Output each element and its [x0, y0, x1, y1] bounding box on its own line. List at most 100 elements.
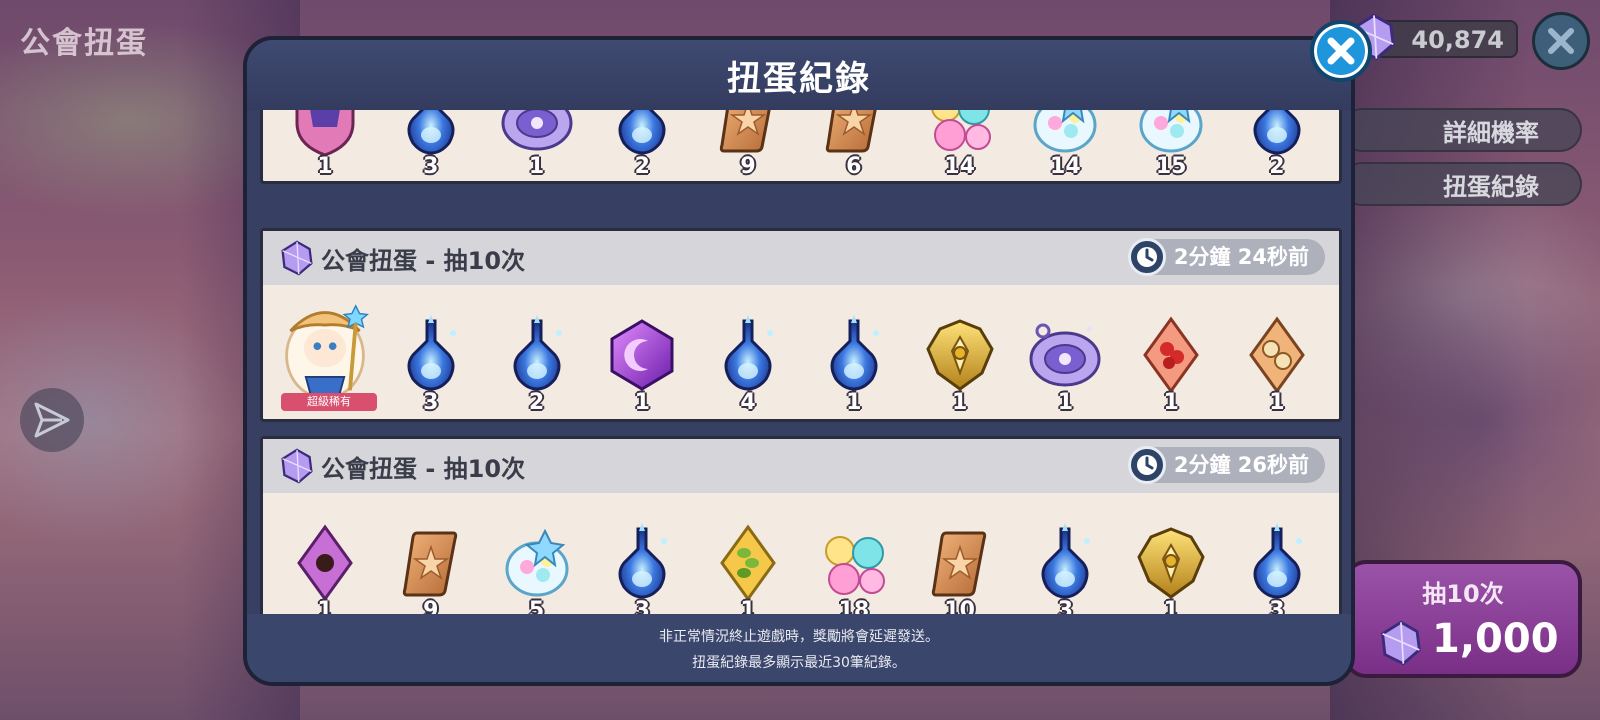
purple-ring-icon: [497, 110, 577, 159]
blue-potion-icon: [1025, 523, 1105, 603]
footer-note-delay: 非正常情況終止遊戲時，獎勵將會延遲發送。: [659, 629, 939, 645]
reward-item[interactable]: 4: [700, 295, 796, 415]
record-time-text: 2分鐘 24秒前: [1173, 245, 1309, 269]
modal-title: 扭蛋紀錄: [727, 58, 871, 99]
screen-title: 公會扭蛋: [20, 26, 148, 61]
reward-item[interactable]: 1: [594, 295, 690, 415]
record-title: 公會扭蛋 - 抽10次: [321, 247, 526, 275]
item-count: 1: [528, 154, 545, 179]
crystal-bag-icon: [1131, 110, 1211, 159]
reward-item[interactable]: 1: [806, 295, 902, 415]
crystal-gem-icon: [279, 447, 315, 485]
reward-item[interactable]: 3: [1229, 503, 1325, 623]
reward-item[interactable]: 6: [806, 110, 902, 179]
item-count: 14: [1050, 154, 1081, 179]
reward-item[interactable]: 2: [1229, 110, 1325, 179]
clock-icon: [1127, 446, 1166, 484]
reward-item[interactable]: 2: [594, 110, 690, 179]
modal-header: 扭蛋紀錄: [247, 40, 1351, 110]
item-count: 1: [1163, 390, 1179, 415]
reward-item[interactable]: 5: [489, 503, 585, 623]
footer-note-limit: 扭蛋紀錄最多顯示最近30筆紀錄。: [692, 655, 906, 671]
record-items: 1 9 5 3 1 18 10 3 1 3: [277, 503, 1325, 623]
reward-item[interactable]: 1: [277, 110, 373, 179]
reward-item[interactable]: 9: [383, 503, 479, 623]
close-icon: [1327, 37, 1355, 65]
item-count: 1: [951, 390, 968, 415]
share-arrow-icon: [34, 402, 70, 438]
item-count: 4: [740, 390, 756, 415]
item-count: 15: [1155, 154, 1187, 179]
history-record: 公會扭蛋 - 抽10次 2分鐘 24秒前 超級稀有 3 2 1 4 1 1 1 …: [260, 228, 1342, 422]
blue-potion-large-icon: [814, 315, 894, 395]
blue-potion-icon: [391, 315, 471, 395]
reward-item[interactable]: 9: [700, 110, 796, 179]
modal-close-button[interactable]: [1310, 20, 1372, 82]
share-button[interactable]: [20, 388, 84, 452]
purple-moon-gem-icon: [602, 315, 682, 395]
detail-rates-button[interactable]: 詳細機率: [1340, 108, 1582, 152]
blue-potion-icon: [391, 110, 471, 159]
gold-emblem-icon: [1131, 523, 1211, 603]
purple-ring-icon: [1025, 315, 1105, 395]
pink-shield-icon: [285, 110, 365, 159]
item-count: 1: [846, 390, 862, 415]
gacha-history-button[interactable]: 扭蛋紀錄: [1340, 162, 1582, 206]
flower-cluster-icon: [920, 110, 1000, 159]
item-count: 2: [634, 154, 650, 179]
close-icon: [1548, 28, 1574, 54]
gacha-history-modal: 扭蛋紀錄 1 3 1 2 9 6 14 14 15 2 公會扭蛋 - 抽10次: [243, 36, 1355, 686]
reward-item[interactable]: 1: [277, 503, 373, 623]
crystal-bag-icon: [1025, 110, 1105, 159]
blue-potion-icon: [497, 315, 577, 395]
reward-item[interactable]: 2: [489, 295, 585, 415]
reward-item[interactable]: 1: [489, 110, 585, 179]
record-time-text: 2分鐘 26秒前: [1173, 453, 1309, 477]
record-header: 公會扭蛋 - 抽10次 2分鐘 26秒前: [263, 439, 1339, 493]
reward-item[interactable]: 3: [594, 503, 690, 623]
pull-10-button[interactable]: 抽10次 1,000: [1344, 560, 1582, 678]
reward-item[interactable]: 3: [383, 110, 479, 179]
item-count: 1: [1057, 390, 1074, 415]
item-count: 14: [944, 154, 975, 179]
reward-item[interactable]: 14: [912, 110, 1008, 179]
reward-item[interactable]: 3: [383, 295, 479, 415]
clock-icon: [1127, 238, 1166, 276]
reward-item[interactable]: 14: [1017, 110, 1113, 179]
crystal-bag-icon: [497, 523, 577, 603]
reward-item[interactable]: 1: [1123, 503, 1219, 623]
reward-item[interactable]: 3: [1017, 503, 1113, 623]
reward-item[interactable]: 1: [912, 295, 1008, 415]
item-count: 9: [740, 154, 756, 179]
reward-item[interactable]: 超級稀有: [277, 295, 377, 415]
star-card-icon: [814, 110, 894, 159]
item-count: 2: [528, 390, 545, 415]
record-items: 1 3 1 2 9 6 14 14 15 2: [277, 110, 1325, 179]
screen-close-button[interactable]: [1532, 12, 1590, 70]
reward-item[interactable]: 1: [1123, 295, 1219, 415]
item-count: 3: [423, 390, 439, 415]
history-list[interactable]: 1 3 1 2 9 6 14 14 15 2 公會扭蛋 - 抽10次 2分鐘 2…: [260, 110, 1342, 650]
rarity-badge: 超級稀有: [281, 393, 377, 411]
reward-item[interactable]: 10: [912, 503, 1008, 623]
star-card-icon: [708, 110, 788, 159]
green-bean-card-icon: [720, 524, 776, 602]
item-count: 6: [846, 154, 862, 179]
blue-potion-icon: [1237, 523, 1317, 603]
item-count: 1: [1269, 390, 1285, 415]
history-record: 1 3 1 2 9 6 14 14 15 2: [260, 110, 1342, 184]
reward-item[interactable]: 18: [806, 503, 902, 623]
record-items: 超級稀有 3 2 1 4 1 1 1 1 1: [277, 295, 1325, 415]
reward-item[interactable]: 15: [1123, 110, 1219, 179]
reward-item[interactable]: 1: [1017, 295, 1113, 415]
reward-item[interactable]: 1: [700, 503, 796, 623]
currency-value: 40,874: [1411, 26, 1504, 54]
reward-item[interactable]: 1: [1229, 295, 1325, 415]
record-header: 公會扭蛋 - 抽10次 2分鐘 24秒前: [263, 231, 1339, 285]
blue-potion-icon: [708, 315, 788, 395]
record-time: 2分鐘 26秒前: [1127, 446, 1325, 484]
star-card-icon: [391, 523, 471, 603]
item-count: 1: [317, 154, 333, 179]
pull-10-label: 抽10次: [1422, 580, 1504, 608]
nut-card-icon: [1249, 316, 1305, 394]
